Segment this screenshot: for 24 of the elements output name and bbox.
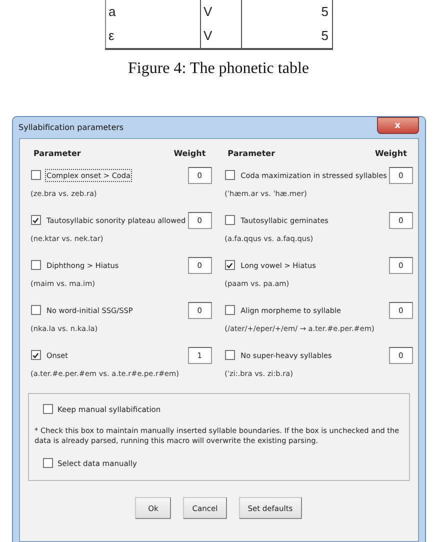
checkbox[interactable] [224, 350, 235, 360]
checkbox[interactable] [224, 305, 235, 315]
table-cell: a [105, 0, 200, 24]
table-cell: 5 [241, 24, 332, 49]
column-header: Parameter [34, 149, 81, 158]
checkbox[interactable] [30, 350, 40, 360]
checkbox[interactable] [30, 170, 40, 180]
table-cell: V [200, 24, 241, 49]
checkbox[interactable] [30, 260, 40, 270]
column-header: Parameter [228, 149, 276, 158]
checkbox[interactable] [42, 458, 52, 468]
checkbox[interactable] [224, 260, 235, 270]
checkbox[interactable] [224, 170, 235, 180]
checkbox[interactable] [30, 305, 40, 315]
checkbox[interactable] [224, 215, 235, 225]
column-header: Weight [174, 149, 206, 158]
window-title: Syllabification parameters [18, 123, 124, 132]
checkbox[interactable] [30, 215, 40, 225]
figure-caption: Figure 4: The phonetic table [128, 60, 309, 78]
column-header: Weight [374, 149, 407, 158]
table-cell: 5 [241, 0, 332, 24]
table-cell: V [200, 0, 241, 24]
checkbox[interactable] [42, 404, 52, 414]
table-cell: ε [105, 24, 200, 49]
